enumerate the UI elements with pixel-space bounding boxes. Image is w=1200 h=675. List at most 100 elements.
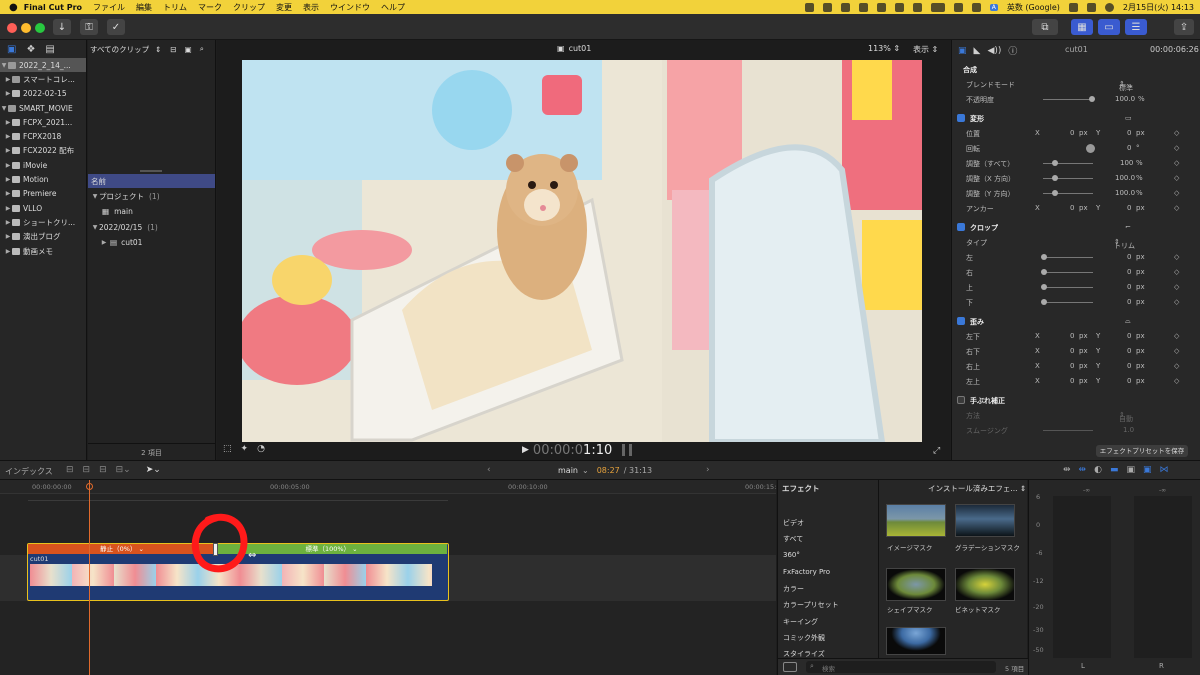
installed-effects-popup[interactable]: インストール済みエフェ... ⇕: [928, 483, 1026, 494]
effect-thumb-vignette-mask[interactable]: [955, 568, 1015, 601]
position-y[interactable]: 0: [1127, 129, 1131, 137]
line-icon[interactable]: [822, 2, 832, 12]
clip-filter[interactable]: すべてのクリップ: [90, 44, 152, 55]
siri-icon[interactable]: [1104, 2, 1114, 12]
date-group[interactable]: ▼ 2022/02/15 (1): [88, 220, 215, 235]
list-item-project[interactable]: ▦ main: [88, 204, 215, 219]
filmstrip-icon[interactable]: ▣: [185, 45, 192, 54]
keyframe-icon[interactable]: ◇: [1174, 159, 1179, 167]
transform-checkbox[interactable]: [957, 114, 965, 122]
enhance-wand-icon[interactable]: ✦: [241, 444, 249, 454]
smoothing-slider[interactable]: [1043, 430, 1093, 431]
crop-left-slider[interactable]: [1043, 257, 1093, 258]
library-item[interactable]: ▼ 2022_2_14_...: [0, 58, 86, 73]
effects-category[interactable]: カラープリセット: [783, 600, 839, 610]
import-button[interactable]: ↓: [53, 19, 71, 35]
timecode[interactable]: 1:10: [583, 443, 612, 458]
battery-icon[interactable]: [930, 2, 945, 12]
scale-slider[interactable]: [1043, 163, 1093, 164]
chevron-down-icon[interactable]: ⌄: [582, 466, 589, 475]
effect-thumb-image-mask[interactable]: [886, 504, 946, 537]
keyframe-icon[interactable]: ◇: [1174, 204, 1179, 212]
effects-search-field[interactable]: ⌕ 検索: [806, 661, 996, 673]
opacity-knob[interactable]: [1089, 96, 1095, 102]
library-item[interactable]: ▶ VLLO: [0, 201, 86, 215]
insert-clip-icon[interactable]: ⊟: [83, 465, 91, 475]
chevron-updown-icon[interactable]: ⇕: [155, 45, 161, 54]
view-menu[interactable]: 表示 ⇕: [913, 44, 938, 55]
crop-top-knob[interactable]: [1041, 284, 1047, 290]
keyframe-icon[interactable]: ◇: [1174, 298, 1179, 306]
smoothing-value[interactable]: 1.0: [1123, 426, 1134, 434]
crop-right-slider[interactable]: [1043, 272, 1093, 273]
evernote-icon[interactable]: [894, 2, 904, 12]
clip-appearance-icon[interactable]: ⊟: [170, 45, 176, 54]
list-item-clip[interactable]: ▶ ▤ cut01: [88, 235, 215, 250]
library-item[interactable]: ▶ Motion: [0, 172, 86, 186]
name-column-header[interactable]: 名前: [88, 174, 215, 188]
method-popup[interactable]: 自動 ⇕: [1119, 411, 1133, 423]
playhead-marker[interactable]: [86, 483, 93, 490]
project-name[interactable]: main: [558, 466, 578, 475]
library-item[interactable]: ▶ FCX2022 配布: [0, 144, 86, 158]
menu-window[interactable]: ウインドウ: [330, 2, 370, 13]
zoom-button[interactable]: [35, 23, 45, 33]
crop-bottom-slider[interactable]: [1043, 302, 1093, 303]
library-item[interactable]: ▶ 2022-02-15: [0, 87, 86, 101]
menu-help[interactable]: ヘルプ: [381, 2, 405, 13]
disclosure-icon[interactable]: ▼: [91, 224, 99, 231]
crop-right-value[interactable]: 0: [1127, 268, 1131, 276]
input-source[interactable]: 英数 (Google): [1007, 2, 1060, 13]
disclosure-icon[interactable]: ▶: [100, 239, 108, 246]
keyframe-icon[interactable]: ◇: [1174, 144, 1179, 152]
timeline-toggle[interactable]: ▭: [1098, 19, 1120, 35]
library-item[interactable]: ▼ SMART_MOVIE: [0, 101, 86, 115]
background-tasks-button[interactable]: ✓: [107, 19, 125, 35]
library-item[interactable]: ▶ 演出ブログ: [0, 230, 86, 244]
crop-top-slider[interactable]: [1043, 287, 1093, 288]
scale-x-knob[interactable]: [1052, 175, 1058, 181]
audio-skimming-icon[interactable]: ⇹: [1079, 465, 1087, 475]
distort-checkbox[interactable]: [957, 317, 965, 325]
scale-y-value[interactable]: 100.0: [1115, 189, 1135, 197]
effect-thumb[interactable]: [886, 627, 946, 655]
effects-category[interactable]: キーイング: [783, 617, 818, 627]
close-button[interactable]: [7, 23, 17, 33]
position-x[interactable]: 0: [1070, 129, 1074, 137]
keyframe-icon[interactable]: ◇: [1174, 174, 1179, 182]
blend-mode-popup[interactable]: 標準 ⇕: [1119, 80, 1133, 92]
titles-icon[interactable]: ▤: [45, 44, 54, 55]
distort-value[interactable]: 0: [1070, 347, 1074, 355]
scale-all-value[interactable]: 100: [1120, 159, 1133, 167]
disclosure-icon[interactable]: ▼: [91, 193, 99, 200]
keyframe-icon[interactable]: ◇: [1174, 189, 1179, 197]
scale-x-slider[interactable]: [1043, 178, 1093, 179]
keyframe-icon[interactable]: ◇: [1174, 283, 1179, 291]
play-icon[interactable]: ▶: [522, 445, 529, 455]
inspector-toggle[interactable]: ☰: [1125, 19, 1147, 35]
info-inspector-icon[interactable]: ⓘ: [1008, 44, 1017, 57]
scale-knob[interactable]: [1052, 160, 1058, 166]
transitions-browser-icon[interactable]: ⋈: [1160, 465, 1169, 475]
control-center-icon[interactable]: [1086, 2, 1096, 12]
anchor-x[interactable]: 0: [1070, 204, 1074, 212]
retime-speed-icon[interactable]: ◔: [257, 444, 265, 454]
snapping-icon[interactable]: ▬: [1110, 465, 1119, 475]
audio-inspector-icon[interactable]: ◀)): [987, 46, 1001, 56]
menu-file[interactable]: ファイル: [93, 2, 125, 13]
crop-bottom-value[interactable]: 0: [1127, 298, 1131, 306]
effects-category[interactable]: ビデオ: [783, 518, 804, 528]
fullscreen-icon[interactable]: ⤢: [933, 446, 940, 456]
rotation-dial[interactable]: [1086, 144, 1095, 153]
skimming-icon[interactable]: ⇹: [1063, 465, 1071, 475]
record-icon[interactable]: [804, 2, 814, 12]
opacity-slider[interactable]: [1043, 99, 1093, 100]
keyframe-icon[interactable]: ◇: [1174, 253, 1179, 261]
search-icon[interactable]: ⌕: [200, 44, 204, 54]
keyframe-icon[interactable]: ◇: [1174, 268, 1179, 276]
workspace-button[interactable]: ⧉: [1032, 19, 1058, 35]
library-item[interactable]: ▶ ショートクリ...: [0, 215, 86, 229]
menu-clip[interactable]: クリップ: [233, 2, 265, 13]
minimize-button[interactable]: [21, 23, 31, 33]
save-effects-preset-button[interactable]: エフェクトプリセットを保存: [1096, 445, 1188, 457]
